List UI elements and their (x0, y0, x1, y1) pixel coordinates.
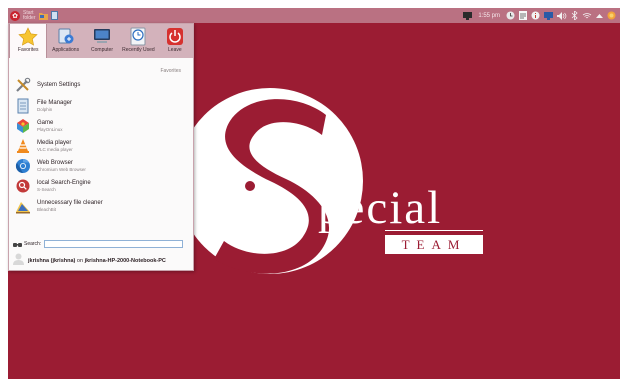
search-row: Search: (9, 237, 193, 251)
user-connector: on (75, 258, 85, 264)
monitor-icon[interactable] (463, 10, 473, 21)
desktop: pecial TEAM ✿ Start folder 1:55 pm Favor… (0, 0, 626, 379)
wallpaper-divider (385, 230, 483, 231)
tab-label: Computer (91, 47, 113, 53)
item-subtitle: PlayOnLinux (37, 126, 63, 132)
item-title: Media player (37, 139, 72, 146)
list-item[interactable]: Media player VLC media player (15, 136, 191, 156)
settings-tools-icon (15, 77, 31, 93)
item-subtitle: Chromium Web Browser (37, 166, 86, 172)
clock-icon (128, 27, 148, 46)
search-icon (13, 235, 22, 253)
list-item[interactable]: Web Browser Chromium Web Browser (15, 156, 191, 176)
info-icon[interactable] (531, 10, 540, 21)
list-item[interactable]: System Settings (15, 74, 191, 96)
vlc-cone-icon (15, 138, 31, 154)
star-icon (18, 27, 38, 46)
item-title: Unnecessary file cleaner (37, 199, 103, 206)
launcher-tabbar: Favorites Applications Computer Recently… (9, 24, 193, 58)
volume-icon[interactable] (557, 10, 567, 21)
tab-leave[interactable]: Leave (157, 24, 193, 58)
favorites-list: System Settings File Manager Dolphin Gam… (15, 74, 191, 216)
list-item[interactable]: Game PlayOnLinux (15, 116, 191, 136)
folder-icon[interactable] (38, 10, 48, 21)
tab-label: Leave (168, 47, 182, 53)
applications-icon (56, 27, 76, 46)
application-launcher-menu: Favorites Applications Computer Recently… (8, 23, 194, 271)
power-icon (165, 27, 185, 46)
kde-launcher-icon[interactable]: ✿ (10, 10, 20, 21)
panel-clock[interactable]: 1:55 pm (476, 13, 502, 19)
item-subtitle: S-Search (37, 186, 56, 192)
bleachbit-icon (15, 198, 31, 214)
item-title: Web Browser (37, 159, 73, 166)
list-item[interactable]: local Search-Engine S-Search (15, 176, 191, 196)
search-engine-icon (15, 178, 31, 194)
chromium-icon (15, 158, 31, 174)
item-subtitle: BleachBit (37, 206, 57, 212)
file-manager-icon (15, 98, 31, 114)
item-title: System Settings (37, 81, 81, 88)
item-title: Game (37, 119, 54, 126)
tab-label: Recently Used (122, 47, 155, 53)
user-session-text: jkrishna (jkrishna) on jkrishna-HP-2000-… (28, 258, 166, 264)
computer-icon (92, 27, 112, 46)
arrow-up-icon[interactable] (596, 10, 603, 21)
tab-label: Applications (52, 47, 80, 53)
user-row: jkrishna (jkrishna) on jkrishna-HP-2000-… (9, 252, 193, 270)
search-input[interactable] (44, 240, 184, 248)
network-icon[interactable] (544, 10, 553, 21)
item-subtitle: Dolphin (37, 106, 53, 112)
item-subtitle: VLC media player (37, 146, 73, 152)
wallpaper-team: TEAM (385, 235, 483, 254)
tab-favorites[interactable]: Favorites (9, 24, 48, 58)
list-item[interactable]: Unnecessary file cleaner BleachBit (15, 196, 191, 216)
wifi-icon[interactable] (582, 10, 592, 21)
notes-icon[interactable] (519, 10, 527, 21)
avatar (13, 252, 24, 270)
task-label[interactable]: Start folder (23, 10, 36, 21)
top-panel: ✿ Start folder 1:55 pm (8, 8, 620, 23)
user-host: jkrishna-HP-2000-Notebook-PC (84, 258, 166, 264)
playonlinux-icon (15, 118, 31, 134)
tab-computer[interactable]: Computer (84, 24, 120, 58)
file-icon[interactable] (50, 10, 58, 21)
item-title: File Manager (37, 99, 73, 106)
power-icon[interactable] (607, 10, 616, 21)
user-name: jkrishna (jkrishna) (28, 258, 76, 264)
item-title: local Search-Engine (37, 179, 91, 186)
tab-recently-used[interactable]: Recently Used (120, 24, 156, 58)
wallpaper-word: pecial (318, 182, 443, 234)
tab-label: Favorites (17, 47, 39, 53)
tab-applications[interactable]: Applications (47, 24, 83, 58)
search-label: Search: (24, 241, 42, 247)
list-item[interactable]: File Manager Dolphin (15, 96, 191, 116)
bluetooth-icon[interactable] (571, 10, 578, 21)
clock-icon[interactable] (506, 10, 515, 21)
